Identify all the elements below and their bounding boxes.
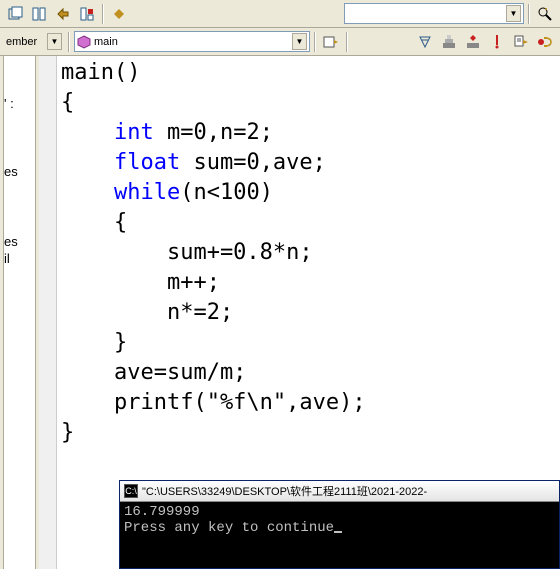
- toolbar-button-3[interactable]: [52, 3, 74, 25]
- toolbar-separator-4: [314, 32, 316, 52]
- toolbar-button-5[interactable]: [108, 3, 130, 25]
- search-button[interactable]: [534, 3, 556, 25]
- tree-item[interactable]: es: [4, 164, 18, 179]
- execute-button[interactable]: [486, 31, 508, 53]
- go-debug-button[interactable]: [510, 31, 532, 53]
- second-toolbar: ember ▼ main ▼: [0, 28, 560, 56]
- code-text: main() { int m=0,n=2; float sum=0,ave; w…: [61, 58, 366, 448]
- top-toolbar: ▼: [0, 0, 560, 28]
- tree-item[interactable]: es: [4, 234, 18, 249]
- chevron-down-icon: ▼: [47, 33, 62, 50]
- function-icon: [77, 35, 91, 49]
- function-combo-label: main: [94, 36, 118, 48]
- tree-item[interactable]: ' :: [4, 96, 14, 111]
- console-titlebar[interactable]: C:\ "C:\USERS\33249\DESKTOP\软件工程2111班\20…: [120, 481, 559, 502]
- member-label: ember: [6, 36, 37, 48]
- function-combo[interactable]: main ▼: [74, 31, 310, 52]
- toolbar-separator: [102, 4, 104, 24]
- toolbar-separator-2: [528, 4, 530, 24]
- top-combo[interactable]: ▼: [344, 3, 524, 24]
- stop-build-button[interactable]: [462, 31, 484, 53]
- toolbar-button-1[interactable]: [4, 3, 26, 25]
- toolbar-button-2[interactable]: [28, 3, 50, 25]
- compile-button[interactable]: [414, 31, 436, 53]
- toolbar-separator-5: [346, 32, 348, 52]
- toolbar-separator-3: [68, 32, 70, 52]
- console-title-text: "C:\USERS\33249\DESKTOP\软件工程2111班\2021-2…: [142, 483, 427, 499]
- class-view-pane[interactable]: ' : es es il: [0, 56, 36, 569]
- toolbar-button-4[interactable]: [76, 3, 98, 25]
- go-button[interactable]: [320, 31, 342, 53]
- chevron-down-icon: ▼: [292, 33, 307, 50]
- left-gutter: [0, 56, 4, 569]
- editor-margin: [39, 56, 57, 569]
- console-output: 16.799999 Press any key to continue: [120, 502, 559, 538]
- breakpoint-button[interactable]: [534, 31, 556, 53]
- console-icon: C:\: [124, 484, 138, 498]
- console-window[interactable]: C:\ "C:\USERS\33249\DESKTOP\软件工程2111班\20…: [119, 480, 560, 569]
- member-combo[interactable]: ember ▼: [4, 31, 64, 52]
- build-button[interactable]: [438, 31, 460, 53]
- tree-item[interactable]: il: [4, 251, 10, 266]
- console-cursor: [334, 531, 342, 533]
- chevron-down-icon: ▼: [506, 5, 521, 22]
